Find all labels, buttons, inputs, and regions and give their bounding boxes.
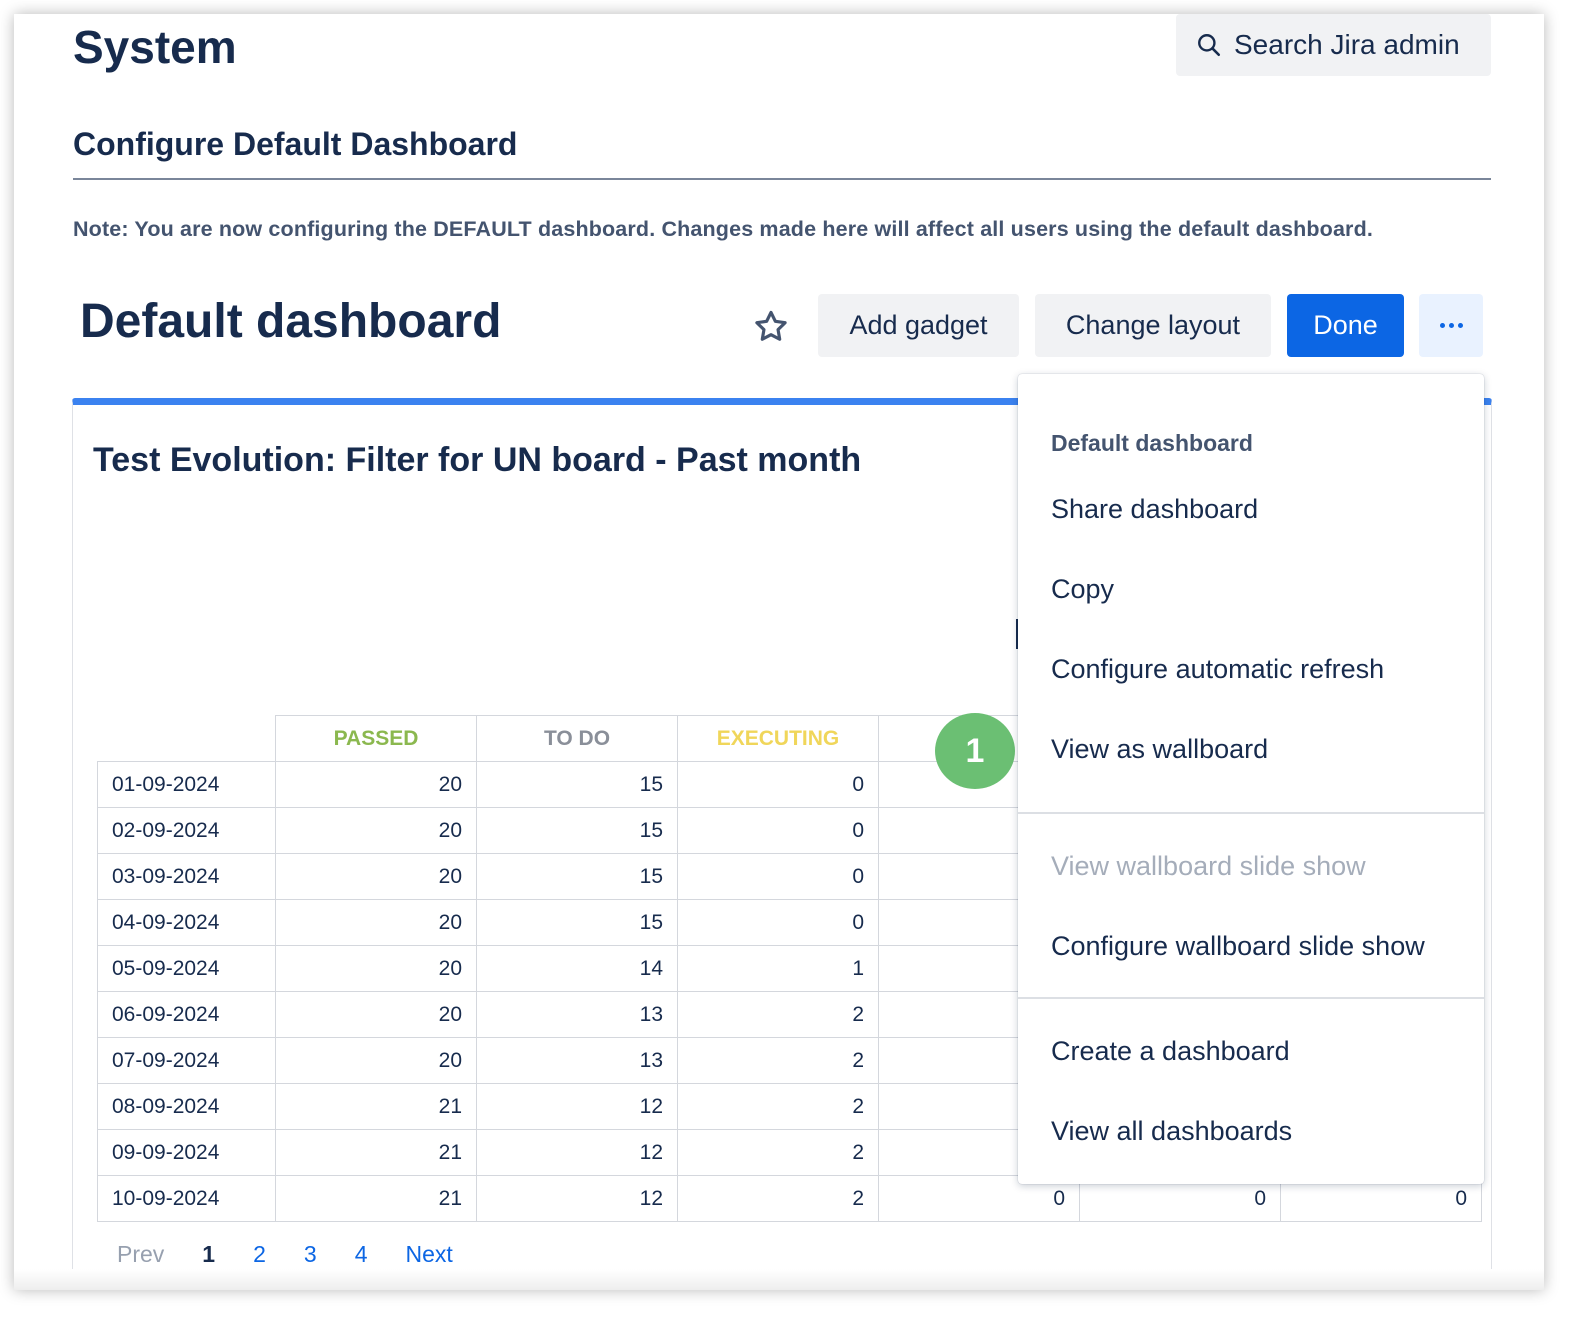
cell-passed: 20 <box>275 945 477 992</box>
change-layout-button[interactable]: Change layout <box>1035 294 1271 357</box>
cell-passed: 21 <box>275 1175 477 1222</box>
dashboard-actions-menu: Default dashboard Share dashboard Copy C… <box>1018 374 1484 1184</box>
menu-divider <box>1018 812 1484 814</box>
cell-passed: 20 <box>275 1037 477 1084</box>
row-date: 08-09-2024 <box>97 1083 276 1130</box>
cell-todo: 12 <box>476 1175 678 1222</box>
pager-current-page: 1 <box>202 1241 216 1267</box>
cell-executing: 0 <box>677 807 879 854</box>
cell-executing: 2 <box>677 991 879 1038</box>
bottom-edge <box>14 1269 1544 1290</box>
menu-item-view-as-wallboard[interactable]: View as wallboard <box>1051 734 1268 765</box>
done-button[interactable]: Done <box>1287 294 1404 357</box>
cell-passed: 20 <box>275 899 477 946</box>
row-date: 01-09-2024 <box>97 761 276 808</box>
row-date: 03-09-2024 <box>97 853 276 900</box>
menu-item-configure-automatic-refresh[interactable]: Configure automatic refresh <box>1051 654 1384 685</box>
row-date: 06-09-2024 <box>97 991 276 1038</box>
menu-item-view-wallboard-slide-show: View wallboard slide show <box>1051 851 1366 881</box>
cell-executing: 0 <box>677 899 879 946</box>
cell-executing: 2 <box>677 1037 879 1084</box>
star-icon <box>755 310 787 341</box>
row-date: 04-09-2024 <box>97 899 276 946</box>
cell-todo: 15 <box>476 853 678 900</box>
star-button[interactable] <box>748 304 794 350</box>
step-callout-badge: 1 <box>935 713 1015 789</box>
search-icon <box>1198 34 1221 57</box>
menu-item-share-dashboard[interactable]: Share dashboard <box>1051 494 1258 525</box>
cell-passed: 20 <box>275 991 477 1038</box>
cell-passed: 20 <box>275 761 477 808</box>
cell-todo: 15 <box>476 761 678 808</box>
row-date: 02-09-2024 <box>97 807 276 854</box>
menu-heading: Default dashboard <box>1051 430 1253 456</box>
gadget-title: Test Evolution: Filter for UN board - Pa… <box>93 441 862 479</box>
cell-executing: 1 <box>677 945 879 992</box>
pager-page-2[interactable]: 2 <box>253 1241 266 1268</box>
cell-todo: 13 <box>476 991 678 1038</box>
cell-todo: 13 <box>476 1037 678 1084</box>
pager-page-3[interactable]: 3 <box>304 1241 317 1268</box>
admin-page: System Search Jira admin Configure Defau… <box>14 14 1544 1290</box>
menu-divider <box>1018 997 1484 999</box>
cell-passed: 20 <box>275 807 477 854</box>
column-header-passed: PASSED <box>275 715 477 762</box>
pager-next[interactable]: Next <box>405 1241 452 1268</box>
row-date: 09-09-2024 <box>97 1129 276 1176</box>
menu-item-configure-wallboard-slide-show[interactable]: Configure wallboard slide show <box>1051 931 1425 962</box>
add-gadget-button[interactable]: Add gadget <box>818 294 1019 357</box>
column-header-todo: TO DO <box>476 715 678 762</box>
menu-item-copy[interactable]: Copy <box>1051 574 1114 605</box>
system-title: System <box>73 21 237 73</box>
cell-todo: 12 <box>476 1129 678 1176</box>
table-header-blank <box>97 715 276 762</box>
more-actions-button[interactable] <box>1419 294 1483 357</box>
cell-todo: 12 <box>476 1083 678 1130</box>
cell-todo: 15 <box>476 899 678 946</box>
configure-note: Note: You are now configuring the DEFAUL… <box>73 217 1373 241</box>
cell-todo: 14 <box>476 945 678 992</box>
column-header-executing: EXECUTING <box>677 715 879 762</box>
configure-title: Configure Default Dashboard <box>73 126 518 162</box>
cell-executing: 2 <box>677 1175 879 1222</box>
pagination: Prev 1 2 3 4 Next <box>117 1241 453 1268</box>
search-jira-admin-button[interactable]: Search Jira admin <box>1176 14 1491 76</box>
cell-passed: 21 <box>275 1129 477 1176</box>
menu-item-create-dashboard[interactable]: Create a dashboard <box>1051 1036 1290 1067</box>
pager-prev: Prev <box>117 1241 165 1267</box>
row-date: 10-09-2024 <box>97 1175 276 1222</box>
cell-todo: 15 <box>476 807 678 854</box>
row-date: 07-09-2024 <box>97 1037 276 1084</box>
row-date: 05-09-2024 <box>97 945 276 992</box>
cell-executing: 2 <box>677 1129 879 1176</box>
divider <box>73 178 1491 180</box>
cell-passed: 20 <box>275 853 477 900</box>
cell-executing: 0 <box>677 853 879 900</box>
cell-executing: 0 <box>677 761 879 808</box>
cell-passed: 21 <box>275 1083 477 1130</box>
pager-page-4[interactable]: 4 <box>355 1241 368 1268</box>
dashboard-title: Default dashboard <box>80 295 502 348</box>
search-label: Search Jira admin <box>1234 29 1460 60</box>
cell-executing: 2 <box>677 1083 879 1130</box>
more-icon <box>1439 323 1463 328</box>
menu-item-view-all-dashboards[interactable]: View all dashboards <box>1051 1116 1292 1147</box>
